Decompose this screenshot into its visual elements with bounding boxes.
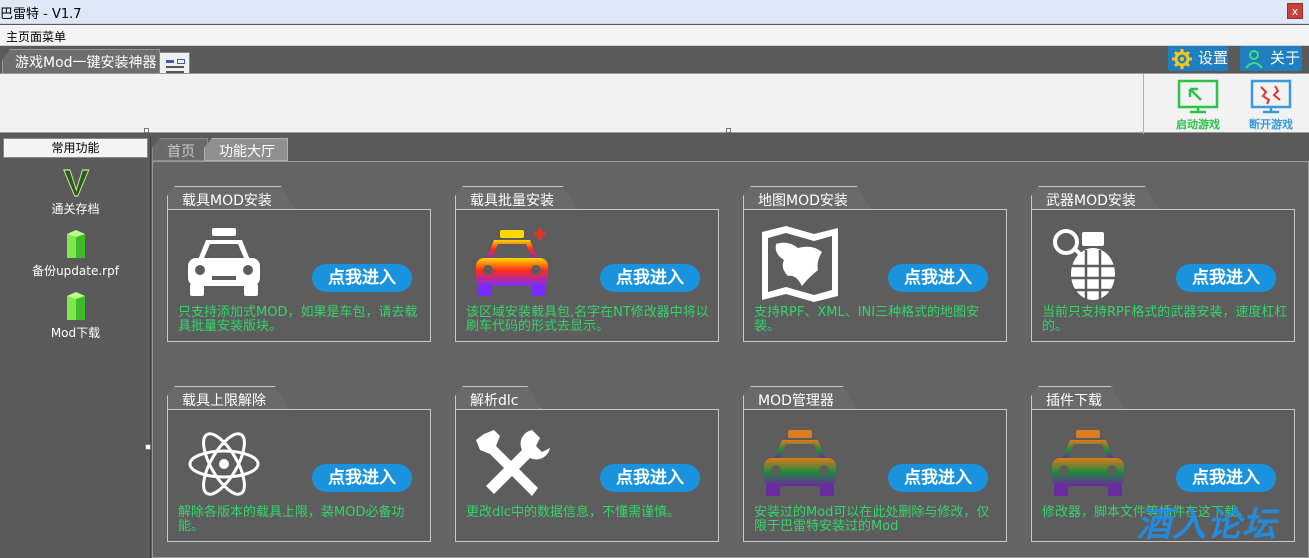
card-vehicle-limit-unlock: 载具上限解除 点我进入 解除各版本的载具上限，装MOD必备功能。	[167, 386, 431, 542]
enter-button[interactable]: 点我进入	[1176, 264, 1276, 292]
disconnect-game-button[interactable]: 断开游戏	[1236, 78, 1306, 132]
watermark: 酒入论坛	[1137, 505, 1277, 545]
sidebar-item-label: Mod下载	[50, 326, 101, 340]
sidebar-item-backup-update[interactable]: 备份update.rpf	[0, 230, 151, 279]
card-title: 插件下载	[1031, 386, 1125, 410]
white-car-icon	[188, 228, 260, 296]
user-icon	[1245, 50, 1263, 69]
close-button[interactable]: x	[1287, 3, 1303, 19]
enter-button[interactable]: 点我进入	[888, 464, 988, 492]
main-menu[interactable]: 主页面菜单	[6, 28, 66, 45]
card-mod-manager: MOD管理器 点我进入 安装过的Mod可以在此处删除与修改，仅限于巴雷特安装过的…	[743, 386, 1007, 542]
tab-home[interactable]: 首页	[152, 138, 208, 161]
grenade-icon	[1053, 229, 1115, 300]
map-icon	[762, 226, 838, 302]
card-weapon-mod-install: 武器MOD安装 点我进入 当前只支持RPF格式的武器安装，速度杠杠的。	[1031, 186, 1295, 342]
left-panel: 常用功能 通关存档 备份update.rpf Mod下载	[0, 136, 151, 558]
enter-button[interactable]: 点我进入	[312, 464, 412, 492]
tab-function-hall[interactable]: 功能大厅	[204, 138, 288, 161]
splitter-handle[interactable]	[145, 444, 151, 450]
tools-icon	[476, 430, 550, 496]
card-title: 载具MOD安装	[167, 186, 295, 210]
green-gem-icon	[66, 230, 85, 258]
card-title: 解析dlc	[455, 386, 541, 410]
settings-label: 设置	[1198, 49, 1229, 67]
card-description: 该区域安装载具包,名字在NT修改器中将以刷车代码的形式去显示。	[466, 305, 709, 334]
ribbon-area	[0, 73, 1309, 134]
green-gem-icon	[66, 292, 85, 320]
card-title: 载具上限解除	[167, 386, 289, 410]
gta-v-logo-icon	[62, 169, 90, 197]
gradient-car-icon	[1052, 430, 1124, 496]
card-title: 地图MOD安装	[743, 186, 871, 210]
launch-game-label: 启动游戏	[1176, 118, 1220, 131]
card-vehicle-batch-install: 载具批量安装 点我进入 该区域安装载具包,名字在NT修改器中将以刷车代码的形式去…	[455, 186, 719, 342]
about-label: 关于	[1270, 49, 1301, 67]
tab-game-mod-installer[interactable]: 游戏Mod一键安装神器	[2, 49, 160, 74]
disconnect-game-label: 断开游戏	[1249, 118, 1293, 131]
card-description: 更改dlc中的数据信息，不懂需谨慎。	[466, 505, 681, 520]
settings-button[interactable]: 设置	[1168, 46, 1228, 71]
sidebar-item-label: 备份update.rpf	[32, 264, 119, 278]
launch-game-button[interactable]: 启动游戏	[1163, 78, 1233, 132]
enter-button[interactable]: 点我进入	[600, 264, 700, 292]
card-description: 支持RPF、XML、INI三种格式的地图安装。	[754, 305, 980, 334]
card-description: 只支持添加式MOD，如果是车包，请去载具批量安装版块。	[178, 305, 418, 334]
card-description: 解除各版本的载具上限，装MOD必备功能。	[178, 505, 405, 534]
gradient-car-icon	[764, 430, 836, 496]
gear-icon	[1172, 49, 1192, 69]
sidebar-item-label: 通关存档	[51, 202, 100, 216]
window-title: 巴雷特 - V1.7	[0, 7, 82, 22]
card-vehicle-mod-install: 载具MOD安装 点我进入 只支持添加式MOD，如果是车包，请去载具批量安装版块。	[167, 186, 431, 342]
enter-button[interactable]: 点我进入	[600, 464, 700, 492]
enter-button[interactable]: 点我进入	[1176, 464, 1276, 492]
menu-bar: 主页面菜单	[0, 25, 1309, 46]
card-description: 安装过的Mod可以在此处删除与修改，仅限于巴雷特安装过的Mod	[754, 505, 990, 534]
atom-icon	[188, 432, 260, 496]
content-tabs: 首页 功能大厅	[152, 136, 1309, 161]
card-parse-dlc: 解析dlc 点我进入 更改dlc中的数据信息，不懂需谨慎。	[455, 386, 719, 542]
top-tab-strip: 游戏Mod一键安装神器	[0, 46, 1309, 74]
enter-button[interactable]: 点我进入	[312, 264, 412, 292]
sidebar-item-save-game[interactable]: 通关存档	[0, 168, 151, 217]
monitor-arrow-icon	[1177, 79, 1219, 114]
rainbow-car-plus-icon	[476, 228, 548, 296]
enter-button[interactable]: 点我进入	[888, 264, 988, 292]
monitor-broken-icon	[1250, 79, 1292, 114]
about-button[interactable]: 关于	[1240, 46, 1302, 71]
card-title: MOD管理器	[743, 386, 857, 410]
function-hall-content: 载具MOD安装 点我进入 只支持添加式MOD，如果是车包，请去载具批量安装版块。…	[152, 161, 1309, 558]
sidebar-item-mod-download[interactable]: Mod下载	[0, 292, 151, 341]
title-bar: 巴雷特 - V1.7 x	[0, 0, 1309, 24]
common-functions-header: 常用功能	[3, 138, 148, 158]
card-description: 当前只支持RPF格式的武器安装，速度杠杠的。	[1042, 305, 1288, 334]
card-title: 武器MOD安装	[1031, 186, 1159, 210]
card-title: 载具批量安装	[455, 186, 577, 210]
card-map-mod-install: 地图MOD安装 点我进入 支持RPF、XML、INI三种格式的地图安装。	[743, 186, 1007, 342]
